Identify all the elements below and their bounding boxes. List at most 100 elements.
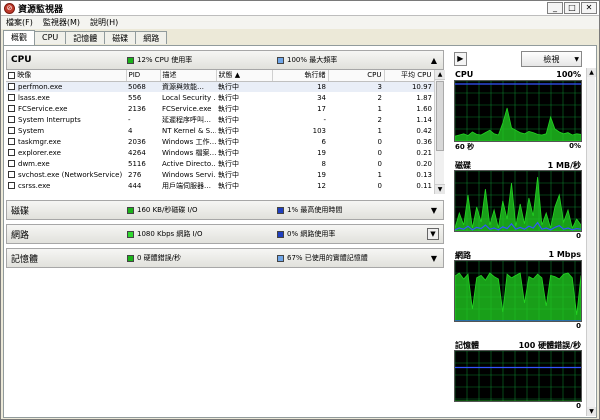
maximize-button[interactable]: □ (564, 2, 580, 14)
process-avg-cell: 0.11 (416, 181, 432, 190)
series-green-area (455, 176, 581, 231)
process-pid-cell: - (128, 115, 131, 124)
network-io-stat: 1080 Kbps 網路 I/O (127, 229, 203, 239)
table-row[interactable]: System 4 NT Kernel & S… 執行中 103 1 0.42 (6, 125, 434, 136)
process-avg-cell: 1.60 (416, 104, 432, 113)
column-header-description[interactable]: 描述 (160, 70, 217, 82)
series-green-area (455, 272, 581, 321)
table-row[interactable]: lsass.exe 556 Local Security … 執行中 34 2 1.87 (6, 92, 434, 103)
scroll-down-arrow-icon[interactable]: ▼ (435, 184, 445, 194)
process-pid-cell: 2036 (128, 137, 146, 146)
left-panel: CPU 12% CPU 使用率 100% 最大頻率 ▲ 映像 PID 描述 狀態… (6, 50, 445, 416)
graph-min-label: 0 (576, 402, 581, 410)
menu-file[interactable]: 檔案(F) (1, 17, 38, 28)
cpu-section-header[interactable]: CPU 12% CPU 使用率 100% 最大頻率 ▲ (6, 50, 444, 70)
disk-graph (454, 170, 582, 232)
table-row[interactable]: perfmon.exe 5068 資源與效能… 執行中 18 3 10.97 (6, 81, 434, 92)
column-header-pid[interactable]: PID (126, 70, 161, 82)
process-cpu-cell: 0 (377, 181, 382, 190)
menu-monitor[interactable]: 監視器(M) (38, 17, 85, 28)
process-checkbox[interactable] (8, 105, 15, 112)
process-checkbox[interactable] (8, 171, 15, 178)
scroll-down-arrow-icon[interactable]: ▼ (587, 407, 596, 416)
column-header-status[interactable]: 狀態 ▲ (216, 70, 273, 82)
window-controls: _ □ ✕ (547, 2, 597, 14)
network-section-header[interactable]: 網路 1080 Kbps 網路 I/O 0% 網路使用率 ▼ (6, 224, 444, 244)
tab-memory[interactable]: 記憶體 (65, 31, 106, 44)
table-row[interactable]: svchost.exe (NetworkService) 276 Windows S… (6, 169, 434, 180)
column-header-threads[interactable]: 執行緒 (272, 70, 329, 82)
collapse-arrow-icon[interactable]: ▲ (431, 56, 437, 65)
process-cpu-cell: 2 (377, 115, 382, 124)
table-row[interactable]: taskmgr.exe 2036 Windows 工作… 執行中 6 0 0.36 (6, 136, 434, 147)
process-pid-cell: 5068 (126, 81, 160, 92)
column-header-average-cpu[interactable]: 平均 CPU (384, 70, 435, 82)
table-row[interactable]: dwm.exe 5116 Active Directo… 執行中 8 0 0.20 (6, 158, 434, 169)
disk-section-title: 磁碟 (11, 206, 30, 217)
process-desc-cell: NT Kernel & S… (162, 126, 216, 135)
table-row[interactable]: System Interrupts - 延遲程序呼叫… 執行中 -2 1.14 (6, 114, 434, 125)
collapse-panel-arrow-icon[interactable]: ▶ (454, 52, 467, 66)
column-header-image[interactable]: 映像 (6, 70, 127, 82)
process-cpu-cell: 1 (377, 104, 382, 113)
menu-help[interactable]: 說明(H) (85, 17, 123, 28)
process-checkbox[interactable] (8, 138, 15, 145)
disk-active-time-stat: 1% 最高使用時間 (277, 205, 342, 215)
scroll-up-arrow-icon[interactable]: ▲ (435, 70, 445, 80)
tab-cpu[interactable]: CPU (34, 31, 67, 44)
scrollbar-thumb[interactable] (436, 81, 444, 151)
expand-button-icon[interactable]: ▼ (427, 228, 439, 240)
process-checkbox[interactable] (8, 127, 15, 134)
disk-active-time-text: 1% 最高使用時間 (287, 206, 343, 214)
process-checkbox[interactable] (8, 94, 15, 101)
process-checkbox[interactable] (8, 182, 15, 189)
memory-section-header[interactable]: 記憶體 0 硬體錯誤/秒 67% 已使用的實體記憶體 ▼ (6, 248, 444, 268)
view-dropdown-button[interactable]: 檢視 ▼ (520, 51, 582, 67)
table-row[interactable]: FCService.exe 2136 FCService.exe 執行中 17 1 1.60 (6, 103, 434, 114)
process-cpu-cell: 1 (377, 126, 382, 135)
table-row[interactable]: csrss.exe 444 用戶端伺服器… 執行中 12 0 0.11 (6, 180, 434, 191)
series-green-area (455, 107, 581, 141)
scroll-up-arrow-icon[interactable]: ▲ (587, 68, 596, 77)
tab-network[interactable]: 網路 (135, 31, 168, 44)
resource-monitor-app-icon: ⊘ (4, 2, 15, 14)
process-pid-cell: 556 (128, 93, 142, 102)
tab-overview[interactable]: 概觀 (3, 30, 35, 45)
process-checkbox[interactable] (8, 83, 15, 91)
graph-min-label: 0% (569, 142, 581, 150)
process-avg-cell: 1.14 (416, 115, 432, 124)
select-all-checkbox[interactable] (8, 71, 15, 79)
column-header-cpu[interactable]: CPU (328, 70, 385, 82)
graph-max-label: 100% (556, 70, 581, 79)
process-image-cell: explorer.exe (6, 147, 126, 158)
network-utilization-text: 0% 網路使用率 (287, 230, 336, 238)
window-title: 資源監視器 (18, 4, 64, 15)
memory-graph-block: 記憶體 100 硬體錯誤/秒 0 (454, 340, 582, 412)
graph-footer: 0 (454, 232, 582, 242)
process-desc-cell: 延遲程序呼叫… (162, 115, 211, 124)
process-table-scrollbar[interactable]: ▲ ▼ (434, 70, 445, 194)
overview-content: CPU 12% CPU 使用率 100% 最大頻率 ▲ 映像 PID 描述 狀態… (3, 45, 597, 418)
process-checkbox[interactable] (8, 116, 15, 123)
graph-footer: 0 (454, 322, 582, 332)
process-checkbox[interactable] (8, 160, 15, 167)
tab-disk[interactable]: 磁碟 (104, 31, 137, 44)
view-label: 檢視 (543, 54, 560, 64)
process-desc-cell: Active Directo… (162, 159, 216, 168)
graphs-scrollbar[interactable]: ▲ ▼ (586, 68, 596, 416)
cpu-usage-stat: 12% CPU 使用率 (127, 55, 192, 65)
expand-arrow-icon[interactable]: ▼ (431, 254, 437, 263)
expand-arrow-icon[interactable]: ▼ (431, 206, 437, 215)
process-checkbox[interactable] (8, 149, 15, 156)
title-bar[interactable]: ⊘ 資源監視器 _ □ ✕ (1, 1, 599, 16)
table-row[interactable]: explorer.exe 4264 Windows 檔案… 執行中 19 0 0.21 (6, 147, 434, 158)
graph-header: 網路 1 Mbps (454, 250, 582, 260)
process-status-cell: 執行中 (218, 170, 239, 179)
minimize-button[interactable]: _ (547, 2, 563, 14)
close-button[interactable]: ✕ (581, 2, 597, 14)
disk-section-header[interactable]: 磁碟 160 KB/秒磁碟 I/O 1% 最高使用時間 ▼ (6, 200, 444, 220)
sort-up-icon: ▲ (234, 71, 241, 80)
process-desc-cell: Windows Servi… (162, 170, 216, 179)
process-desc-cell: Windows 檔案… (162, 148, 216, 157)
memory-section-title: 記憶體 (11, 254, 39, 265)
